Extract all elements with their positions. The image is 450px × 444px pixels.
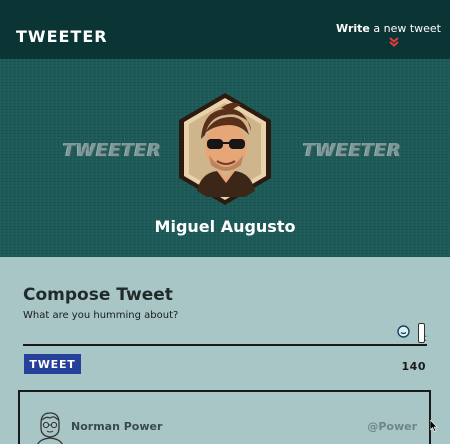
write-new-tweet-link[interactable]: Write a new tweet — [336, 22, 441, 35]
write-link-rest: a new tweet — [369, 22, 441, 35]
tweet-input[interactable] — [23, 310, 427, 346]
compose-title: Compose Tweet — [23, 285, 173, 305]
top-nav: TWEETER Write a new tweet — [0, 0, 450, 59]
tweet-author-handle[interactable]: @Power — [367, 420, 417, 433]
emoji-icon[interactable] — [397, 325, 410, 338]
profile-name: Miguel Augusto — [154, 217, 296, 236]
brand-logo[interactable]: TWEETER — [16, 27, 108, 46]
mouse-cursor-icon — [430, 420, 438, 432]
profile-hero: TWEETER TWEETER Miguel Augusto — [0, 59, 450, 257]
tweet-card: Norman Power @Power — [18, 390, 431, 444]
profile-avatar[interactable] — [175, 91, 275, 207]
textarea-scroll-handle[interactable] — [418, 323, 425, 343]
tweet-author-name[interactable]: Norman Power — [71, 420, 162, 433]
user-avatar-icon[interactable] — [35, 410, 65, 444]
character-count: 140 — [401, 360, 426, 373]
tweet-button[interactable]: TWEET — [24, 354, 81, 374]
ghost-logo-left: TWEETER — [63, 140, 162, 161]
ghost-logo-right: TWEETER — [303, 140, 402, 161]
double-chevron-down-icon[interactable] — [389, 37, 399, 47]
write-link-strong: Write — [336, 22, 370, 35]
